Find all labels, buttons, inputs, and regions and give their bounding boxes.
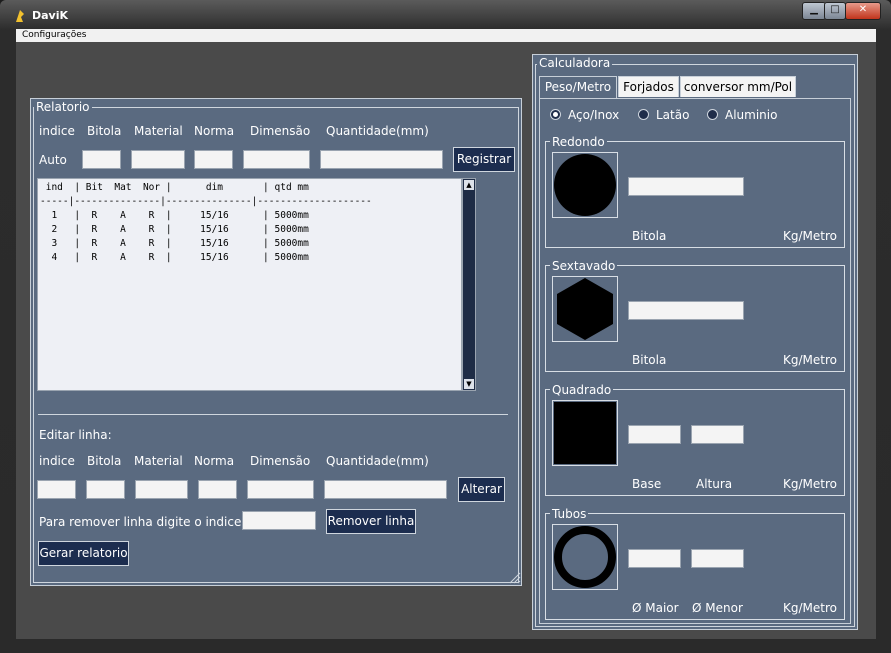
tubos-maior-label: Ø Maior <box>632 601 679 615</box>
quadrado-kg-label: Kg/Metro <box>783 477 837 491</box>
edit-bitola-input[interactable] <box>86 480 125 499</box>
edit-dimensao-input[interactable] <box>247 480 314 499</box>
header-bitola: Bitola <box>87 124 122 138</box>
header-quantidade: Quantidade(mm) <box>326 124 429 138</box>
quadrado-legend: Quadrado <box>550 383 614 397</box>
title-bar[interactable]: DaviK ▁ □ ✕ <box>0 0 891 28</box>
window-title: DaviK <box>32 9 69 22</box>
redondo-bitola-label: Bitola <box>632 229 667 243</box>
circle-icon <box>554 154 616 216</box>
redondo-bitola-input[interactable] <box>628 177 744 196</box>
auto-label: Auto <box>39 153 67 167</box>
relatorio-legend: Relatorio <box>34 100 92 114</box>
alterar-button[interactable]: Alterar <box>458 477 505 502</box>
report-line: 2 | R A R | 15/16 | 5000mm <box>40 224 309 235</box>
editar-label: Editar linha: <box>39 428 112 442</box>
tubos-maior-input[interactable] <box>628 549 681 568</box>
tubos-shape <box>552 524 618 590</box>
header-material: Material <box>134 124 183 138</box>
sextavado-shape <box>552 276 618 342</box>
report-line: ind | Bit Mat Nor | dim | qtd mm <box>40 182 309 193</box>
report-line: 4 | R A R | 15/16 | 5000mm <box>40 252 309 263</box>
header-dimensao: Dimensão <box>250 124 311 138</box>
redondo-shape <box>552 152 618 218</box>
tubos-kg-label: Kg/Metro <box>783 601 837 615</box>
scroll-down-icon[interactable]: ▼ <box>464 379 474 389</box>
tubos-menor-input[interactable] <box>691 549 744 568</box>
maximize-button[interactable]: □ <box>824 2 846 20</box>
dimensao-input[interactable] <box>243 150 310 169</box>
report-line: 1 | R A R | 15/16 | 5000mm <box>40 210 309 221</box>
edit-header-dimensao: Dimensão <box>250 454 311 468</box>
material-radio-latao[interactable] <box>638 109 649 120</box>
sextavado-bitola-input[interactable] <box>628 301 744 320</box>
edit-header-indice: indice <box>39 454 75 468</box>
resize-grip-icon[interactable] <box>509 569 521 584</box>
edit-header-norma: Norma <box>194 454 235 468</box>
gerar-relatorio-button[interactable]: Gerar relatorio <box>38 541 129 566</box>
header-indice: indice <box>39 124 75 138</box>
tab-conversor[interactable]: conversor mm/Pol <box>680 76 796 97</box>
tubos-menor-label: Ø Menor <box>692 601 743 615</box>
report-line: 3 | R A R | 15/16 | 5000mm <box>40 238 309 249</box>
material-label-aco: Aço/Inox <box>568 108 620 122</box>
edit-quantidade-input[interactable] <box>324 480 447 499</box>
quadrado-base-input[interactable] <box>628 425 681 444</box>
norma-input[interactable] <box>194 150 233 169</box>
material-input[interactable] <box>131 150 185 169</box>
minimize-button[interactable]: ▁ <box>802 2 826 20</box>
menu-bar: Configurações <box>16 29 876 43</box>
quadrado-altura-input[interactable] <box>691 425 744 444</box>
edit-header-quantidade: Quantidade(mm) <box>326 454 429 468</box>
header-norma: Norma <box>194 124 235 138</box>
material-radio-aco[interactable] <box>550 109 561 120</box>
ring-icon <box>554 526 616 588</box>
quadrado-shape <box>552 400 618 466</box>
square-icon <box>554 402 616 464</box>
material-label-latao: Latão <box>656 108 690 122</box>
quadrado-base-label: Base <box>632 477 662 491</box>
report-line: -----|---------------|---------------|--… <box>40 196 372 207</box>
tab-peso-metro[interactable]: Peso/Metro <box>539 76 617 99</box>
menu-item-configuracoes[interactable]: Configurações <box>22 30 86 40</box>
remover-linha-button[interactable]: Remover linha <box>326 509 416 534</box>
edit-header-material: Material <box>134 454 183 468</box>
remover-prompt: Para remover linha digite o indice <box>39 515 242 529</box>
edit-material-input[interactable] <box>135 480 188 499</box>
quantidade-input[interactable] <box>320 150 443 169</box>
redondo-legend: Redondo <box>550 135 607 149</box>
calculadora-legend: Calculadora <box>537 56 613 70</box>
registrar-button[interactable]: Registrar <box>453 147 515 172</box>
hexagon-icon <box>557 278 613 340</box>
edit-indice-input[interactable] <box>37 480 76 499</box>
report-textarea[interactable]: ind | Bit Mat Nor | dim | qtd mm -----|--… <box>37 178 462 391</box>
edit-norma-input[interactable] <box>198 480 237 499</box>
sextavado-kg-label: Kg/Metro <box>783 353 837 367</box>
material-radio-aluminio[interactable] <box>707 109 718 120</box>
sextavado-legend: Sextavado <box>550 259 618 273</box>
quadrado-altura-label: Altura <box>696 477 733 491</box>
scroll-up-icon[interactable]: ▲ <box>464 180 474 190</box>
tubos-legend: Tubos <box>550 507 589 521</box>
edit-header-bitola: Bitola <box>87 454 122 468</box>
close-button[interactable]: ✕ <box>845 2 881 20</box>
remover-indice-input[interactable] <box>242 511 316 530</box>
app-logo-icon <box>16 10 24 22</box>
report-scrollbar[interactable]: ▲ ▼ <box>462 178 476 391</box>
redondo-kg-label: Kg/Metro <box>783 229 837 243</box>
bitola-input[interactable] <box>82 150 121 169</box>
sextavado-bitola-label: Bitola <box>632 353 667 367</box>
material-label-aluminio: Aluminio <box>725 108 778 122</box>
divider <box>38 414 508 415</box>
tab-forjados[interactable]: Forjados <box>618 76 679 97</box>
